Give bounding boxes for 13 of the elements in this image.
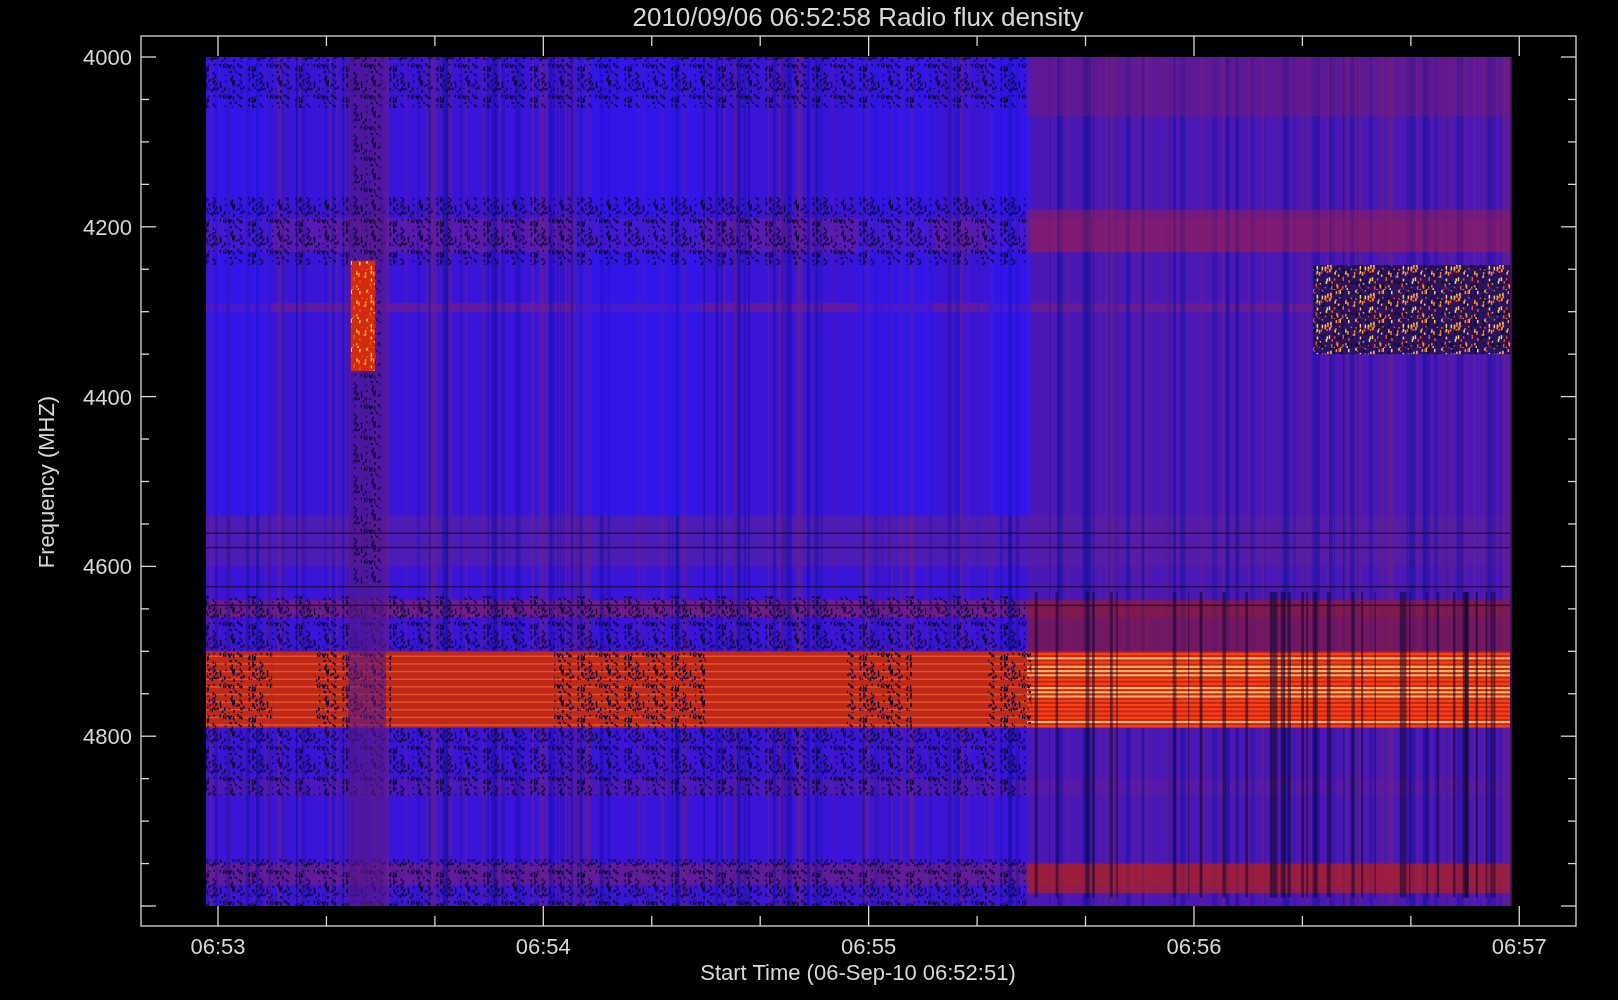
y-axis-label: Frequency (MHZ)	[34, 395, 59, 569]
x-axis-label: Start Time (06-Sep-10 06:52:51)	[700, 960, 1016, 985]
y-tick-label: 4200	[83, 214, 132, 240]
chart-title: 2010/09/06 06:52:58 Radio flux density	[632, 2, 1084, 32]
y-tick-label: 4800	[83, 724, 132, 750]
x-tick-label: 06:57	[1491, 934, 1547, 959]
y-tick-label: 4400	[83, 384, 132, 410]
x-tick-label: 06:54	[515, 934, 571, 959]
x-tick-label: 06:53	[190, 934, 246, 959]
x-tick-label: 06:55	[841, 934, 897, 959]
y-tick-label: 4000	[83, 45, 132, 70]
y-tick-label: 4600	[83, 554, 132, 580]
x-tick-label: 06:56	[1166, 934, 1222, 959]
